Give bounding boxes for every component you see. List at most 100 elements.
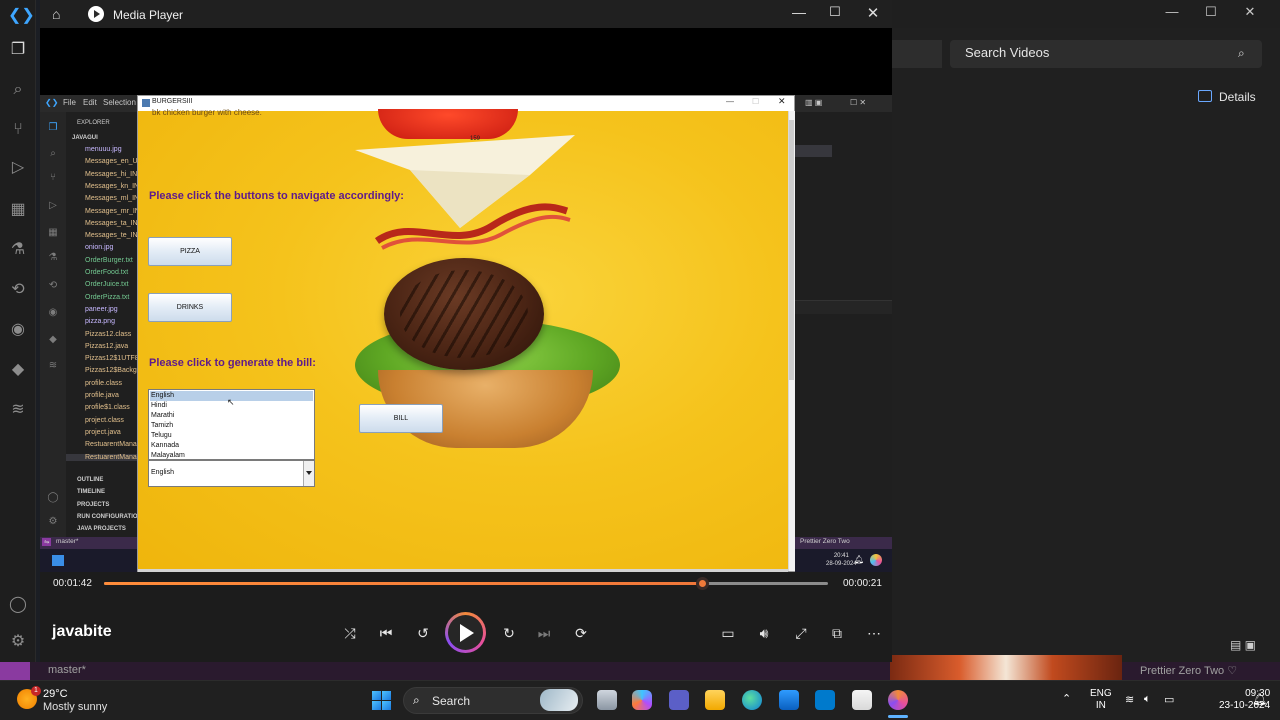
gitlens-icon[interactable]: ◆ <box>8 360 28 380</box>
skip-back-10-icon[interactable]: ↺ <box>414 624 432 642</box>
remote-icon[interactable]: ⟲ <box>8 280 28 300</box>
settings-gear-icon[interactable]: ⚙ <box>8 632 28 652</box>
start-tile <box>382 701 391 710</box>
start-tile <box>372 701 381 710</box>
mini-player-icon[interactable]: ⧉ <box>828 624 846 642</box>
remote-indicator[interactable] <box>0 662 30 680</box>
task-view-icon[interactable] <box>597 690 617 710</box>
bg-status-branch[interactable]: master* <box>48 664 86 676</box>
close-button[interactable]: ✕ <box>864 4 882 22</box>
skip-forward-30-icon[interactable]: ↻ <box>500 624 518 642</box>
media-player-logo-icon <box>88 6 104 22</box>
video-activity-bar: ❐ ⌕ ⑂ ▷ ▦ ⚗ ⟲ ◉ ◆ ≋ ◯ ⚙ <box>40 112 66 537</box>
file-explorer-icon[interactable] <box>705 690 725 710</box>
subtitles-icon[interactable]: ▭ <box>719 624 737 642</box>
previous-track-icon[interactable]: ⏮︎ <box>377 624 395 642</box>
video-file-item: profile.class <box>85 379 122 387</box>
video-explorer-title: EXPLORER <box>77 120 110 126</box>
bg-close-button[interactable]: ✕ <box>1240 4 1260 22</box>
wifi-icon[interactable]: ≋ <box>1125 693 1134 706</box>
video-explorer-panel: menuuu.jpg Messages_en_US Messages_hi_IN Me… <box>66 112 142 537</box>
language-option-tamizh: Tamizh <box>151 422 174 429</box>
more-options-icon[interactable]: ⋯ <box>865 624 883 642</box>
java-scroll-thumb <box>789 120 794 380</box>
search-highlight-image <box>540 689 578 711</box>
video-status-right: Prettier Zero Two <box>800 538 850 545</box>
mouse-cursor-icon: ↖ <box>227 397 235 407</box>
volume-icon[interactable]: 🔊︎ <box>755 624 773 642</box>
remaining-time: 00:00:21 <box>843 578 882 589</box>
video-run-icon: ▷ <box>49 200 57 211</box>
copilot-icon[interactable] <box>632 690 652 710</box>
view-toggle-icon[interactable]: ▤ ▣ <box>1230 638 1256 652</box>
notification-bell-icon[interactable]: 🔔︎ <box>1252 692 1267 706</box>
details-button[interactable]: Details <box>1219 90 1256 104</box>
input-language-code: ENG <box>1090 688 1112 699</box>
video-clock-date: 28-09-2024 <box>826 561 857 567</box>
extensions-icon[interactable]: ▦ <box>8 200 28 220</box>
video-explorer-section: RUN CONFIGURATIO <box>77 513 138 520</box>
vscode-taskbar-icon[interactable] <box>815 690 835 710</box>
active-app-indicator <box>888 715 908 718</box>
video-file-item: project.java <box>85 428 121 436</box>
pizza-button: PIZZA <box>148 237 232 266</box>
java-close-icon: ✕ <box>778 96 786 106</box>
details-panel-icon[interactable] <box>1198 90 1212 102</box>
java-taskbar-icon[interactable] <box>852 690 872 710</box>
shuffle-icon[interactable]: ⤮ <box>341 624 359 642</box>
elapsed-time: 00:01:42 <box>53 578 92 589</box>
video-testing-icon: ⚗ <box>48 252 58 263</box>
testing-icon[interactable]: ⚗ <box>8 240 28 260</box>
home-icon[interactable]: ⌂ <box>52 6 68 22</box>
input-language[interactable]: ENG IN <box>1090 688 1112 712</box>
explorer-icon[interactable]: ❐ <box>8 40 28 60</box>
account-icon[interactable]: ◯ <box>8 595 28 615</box>
seek-bar-thumb[interactable] <box>696 577 709 590</box>
weather-description[interactable]: Mostly sunny <box>43 701 107 713</box>
start-button[interactable] <box>372 691 391 710</box>
edge-browser-icon[interactable] <box>742 690 762 710</box>
video-layout-icon: ▥ ▣ <box>805 98 823 107</box>
source-control-icon[interactable]: ⑂ <box>8 120 28 140</box>
volume-muted-icon[interactable]: 🔈︎ <box>1144 693 1151 706</box>
video-file-item: OrderBurger.txt <box>85 256 133 264</box>
video-file-item: RestuarentMana <box>85 441 137 449</box>
weather-temperature[interactable]: 29°C <box>43 688 68 700</box>
teams-icon[interactable] <box>669 690 689 710</box>
video-file-item: Messages_en_US <box>85 158 143 166</box>
java-minimize-icon: — <box>726 97 734 106</box>
video-account-icon: ◯ <box>47 492 59 503</box>
battery-icon[interactable]: ▭ <box>1164 693 1174 706</box>
video-github-icon: ◉ <box>48 307 58 318</box>
next-track-icon[interactable]: ⏭︎ <box>535 624 553 642</box>
microsoft-store-icon[interactable] <box>779 690 799 710</box>
video-window-controls: ☐ ✕ <box>850 98 867 107</box>
language-combobox-value: English <box>151 469 174 476</box>
language-option-telugu: Telugu <box>151 432 172 439</box>
fullscreen-icon[interactable]: ⤢ <box>792 624 810 642</box>
search-icon[interactable]: ⌕ <box>8 80 28 100</box>
minimize-button[interactable]: — <box>790 4 808 22</box>
run-debug-icon[interactable]: ▷ <box>8 158 28 178</box>
java-item-subtitle: bk chicken burger with cheese. <box>152 108 262 117</box>
java-window-icon <box>142 99 150 107</box>
bg-maximize-button[interactable]: ☐ <box>1201 4 1221 22</box>
video-vscode-logo-icon: ❮❯ <box>45 98 59 107</box>
search-icon[interactable]: ⌕ <box>1238 46 1252 60</box>
video-status-branch: master* <box>56 538 79 545</box>
bg-minimize-button[interactable]: — <box>1162 4 1182 22</box>
docker-icon[interactable]: ≋ <box>8 400 28 420</box>
taskbar-search-label: Search <box>432 694 471 708</box>
maximize-button[interactable]: ☐ <box>826 4 844 22</box>
video-menu-edit: Edit <box>83 98 97 107</box>
video-file-item: Messages_ta_IN <box>85 219 138 227</box>
github-icon[interactable]: ◉ <box>8 320 28 340</box>
show-hidden-icons-icon[interactable]: ⌃ <box>1062 692 1071 705</box>
video-clock: 20:41 28-09-2024 <box>826 552 857 568</box>
media-player-taskbar-icon[interactable] <box>888 690 908 710</box>
repeat-icon[interactable]: ⟳ <box>572 624 590 642</box>
background-titlebar: — ☐ ✕ <box>892 0 1280 28</box>
patty-grill-marks <box>400 270 528 358</box>
search-videos-placeholder: Search Videos <box>965 45 1050 60</box>
start-tile <box>382 691 391 700</box>
